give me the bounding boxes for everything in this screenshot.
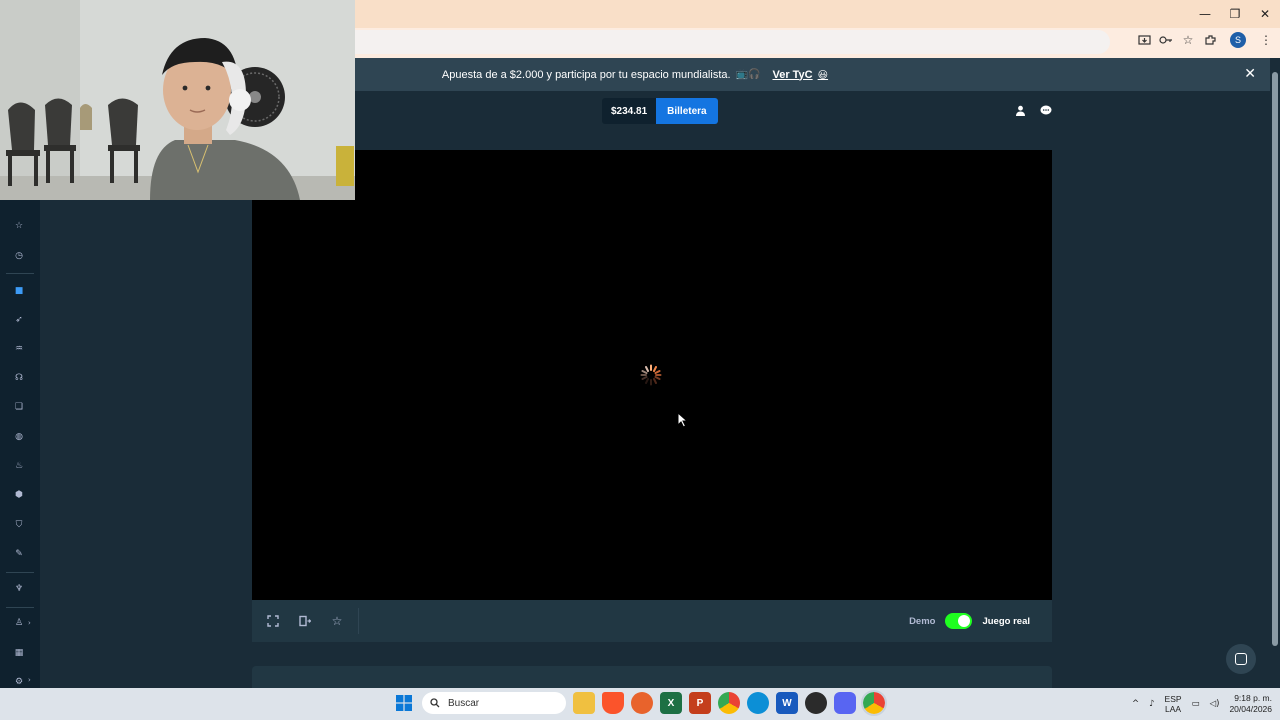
originals-icon[interactable]: ■ bbox=[13, 285, 25, 297]
favourite-star-icon[interactable]: ☆ bbox=[330, 614, 344, 628]
windows-taskbar: Buscar X P W ^ ♪ ESP LAA ▭ ◁) 9:18 p. m.… bbox=[0, 688, 1280, 720]
favourites-icon[interactable]: ☆ bbox=[13, 220, 25, 232]
clock[interactable]: 9:18 p. m. 20/04/2026 bbox=[1229, 693, 1272, 715]
mouse-cursor-icon bbox=[677, 412, 689, 428]
chip-icon[interactable]: ⬢ bbox=[13, 489, 25, 501]
microphone-icon[interactable]: ♪ bbox=[1149, 699, 1154, 709]
volume-icon[interactable]: ◁) bbox=[1210, 699, 1220, 709]
extensions-icon[interactable] bbox=[1202, 32, 1218, 48]
brave-icon[interactable] bbox=[602, 692, 624, 714]
webcam-video-image bbox=[0, 0, 355, 200]
grid-icon[interactable]: ▦ bbox=[13, 647, 25, 659]
windows-start-icon[interactable] bbox=[393, 692, 415, 714]
clock-time: 9:18 p. m. bbox=[1234, 693, 1272, 703]
casino-icon[interactable]: ♆ bbox=[13, 583, 25, 595]
theatre-mode-icon[interactable] bbox=[298, 614, 312, 628]
chevron-up-icon[interactable]: ^ bbox=[1132, 699, 1139, 709]
terms-link[interactable]: Ver TyC 😃 bbox=[772, 69, 828, 81]
powerpoint-icon[interactable]: P bbox=[689, 692, 711, 714]
scrollbar-thumb[interactable] bbox=[1272, 72, 1278, 646]
sidebar-divider bbox=[6, 273, 34, 274]
edge-icon[interactable] bbox=[747, 692, 769, 714]
game-info-panel bbox=[252, 666, 1052, 688]
webcam-overlay bbox=[0, 0, 355, 200]
gift-icon[interactable]: ❏ bbox=[13, 401, 25, 413]
chat-icon[interactable] bbox=[1040, 104, 1052, 116]
excel-icon[interactable]: X bbox=[660, 692, 682, 714]
loading-spinner-icon bbox=[640, 364, 662, 386]
shield-icon[interactable]: ⛉ bbox=[13, 519, 25, 531]
input-language[interactable]: ESP LAA bbox=[1165, 694, 1182, 714]
sidebar: ☆ ◷ ■ ➶ ♒ ☊ ❏ ◍ ♨ ⬢ ⛉ ✎ ♆ ♙ › ▦ ⚙ › bbox=[0, 200, 40, 688]
sidebar-divider bbox=[6, 607, 34, 608]
chrome-active-icon[interactable] bbox=[861, 690, 887, 716]
bookmark-star-icon[interactable]: ☆ bbox=[1180, 32, 1196, 48]
chat-bubble-icon bbox=[1235, 653, 1247, 665]
install-icon[interactable] bbox=[1136, 32, 1152, 48]
system-tray: ^ ♪ ESP LAA ▭ ◁) 9:18 p. m. 20/04/2026 bbox=[1132, 688, 1272, 720]
chrome-icon[interactable] bbox=[718, 692, 740, 714]
close-window-button[interactable]: ✕ bbox=[1250, 0, 1280, 28]
clock-date: 20/04/2026 bbox=[1229, 704, 1272, 714]
page-scrollbar[interactable] bbox=[1270, 58, 1280, 688]
promo-text: Apuesta de a $2.000 y participa por tu e… bbox=[441, 68, 731, 81]
close-icon[interactable]: ✕ bbox=[1244, 66, 1256, 82]
search-icon bbox=[430, 698, 440, 708]
support-chat-button[interactable] bbox=[1226, 644, 1256, 674]
account-icon[interactable]: ♙ bbox=[13, 617, 25, 629]
obs-icon[interactable] bbox=[805, 692, 827, 714]
fire-icon[interactable]: ♨ bbox=[13, 460, 25, 472]
promo-emoji: 📺🎧 bbox=[735, 69, 761, 80]
fullscreen-icon[interactable] bbox=[266, 614, 280, 628]
balance-display[interactable]: $234.81 bbox=[602, 98, 657, 124]
network-icon[interactable]: ▭ bbox=[1192, 699, 1200, 709]
smile-emoji: 😃 bbox=[817, 69, 829, 81]
discord-icon[interactable] bbox=[834, 692, 856, 714]
browser-menu-icon[interactable]: ⋮ bbox=[1258, 32, 1274, 48]
recent-icon[interactable]: ◷ bbox=[13, 250, 25, 262]
profile-avatar[interactable]: S bbox=[1230, 32, 1246, 48]
word-icon[interactable]: W bbox=[776, 692, 798, 714]
game-frame[interactable] bbox=[252, 150, 1052, 600]
footer-divider bbox=[358, 608, 359, 634]
file-explorer-icon[interactable] bbox=[573, 692, 595, 714]
slots-icon[interactable]: ♒ bbox=[13, 343, 25, 355]
promotions-icon[interactable]: ⚙ bbox=[13, 676, 25, 688]
game-controls-bar: ☆ Demo Juego real bbox=[252, 600, 1052, 642]
sidebar-divider bbox=[6, 572, 34, 573]
chevron-right-icon[interactable]: › bbox=[28, 676, 31, 684]
restore-button[interactable]: ❐ bbox=[1220, 0, 1250, 28]
wallet-widget: $234.81 Billetera bbox=[602, 98, 718, 124]
minimize-button[interactable]: — bbox=[1190, 0, 1220, 28]
window-controls: — ❐ ✕ bbox=[1190, 0, 1280, 28]
user-icon[interactable] bbox=[1014, 104, 1026, 116]
password-key-icon[interactable] bbox=[1158, 32, 1174, 48]
live-dealer-icon[interactable]: ☊ bbox=[13, 372, 25, 384]
real-mode-toggle[interactable] bbox=[945, 613, 973, 629]
globe-icon[interactable]: ◍ bbox=[13, 431, 25, 443]
chevron-right-icon[interactable]: › bbox=[28, 619, 31, 627]
real-play-label: Juego real bbox=[982, 615, 1030, 627]
demo-label: Demo bbox=[909, 615, 936, 627]
firefox-icon[interactable] bbox=[631, 692, 653, 714]
taskbar-search[interactable]: Buscar bbox=[422, 692, 566, 714]
search-placeholder: Buscar bbox=[448, 697, 480, 709]
wallet-button[interactable]: Billetera bbox=[656, 98, 718, 124]
rocket-icon[interactable]: ➶ bbox=[13, 314, 25, 326]
ticket-icon[interactable]: ✎ bbox=[13, 548, 25, 560]
